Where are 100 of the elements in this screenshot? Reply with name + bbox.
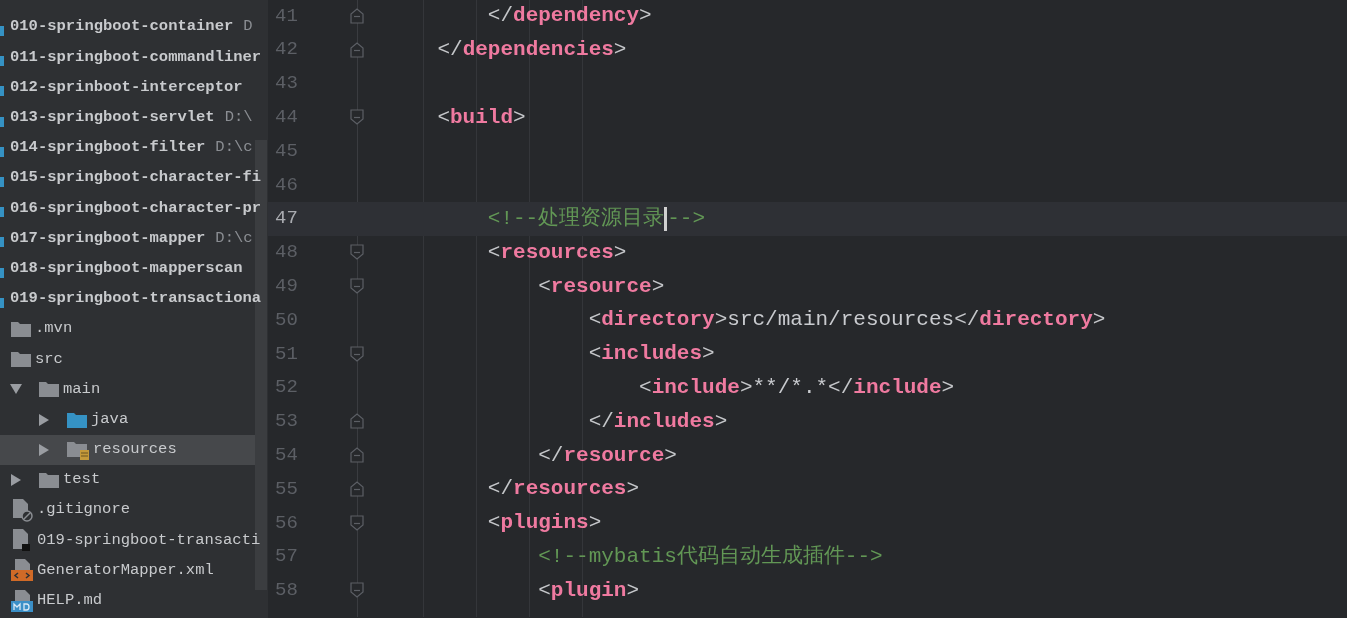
module-marker-icon bbox=[0, 26, 4, 36]
tag-name: include bbox=[651, 374, 740, 401]
project-path: D bbox=[243, 16, 253, 38]
project-path: D:\c bbox=[215, 137, 253, 159]
tag-name: plugin bbox=[550, 577, 627, 604]
tag-bracket: </ bbox=[954, 307, 980, 334]
project-path: D:\ bbox=[224, 107, 253, 129]
fold-marker-icon[interactable] bbox=[350, 41, 364, 58]
fold-marker-icon[interactable] bbox=[350, 7, 364, 24]
line-number: 57 bbox=[275, 544, 299, 570]
fold-marker-icon[interactable] bbox=[350, 345, 364, 362]
expand-arrow-icon bbox=[38, 443, 50, 456]
code-comment: <!--mybatis代码自动生成插件--> bbox=[537, 543, 883, 570]
tag-bracket: < bbox=[587, 341, 602, 368]
folder-name[interactable]: resources bbox=[93, 438, 177, 462]
fold-marker-icon[interactable] bbox=[350, 413, 364, 430]
selected-tree-row[interactable]: resources bbox=[0, 434, 255, 465]
line-number: 41 bbox=[275, 3, 299, 29]
folder-name[interactable]: main bbox=[63, 377, 101, 401]
file-name[interactable]: .gitignore bbox=[37, 498, 130, 522]
project-name[interactable]: 017-springboot-mapper bbox=[10, 226, 206, 251]
project-name[interactable]: 011-springboot-commandliner bbox=[10, 45, 262, 69]
code-comment: --> bbox=[667, 205, 706, 232]
tag-name: resources bbox=[513, 476, 627, 503]
project-name[interactable]: 014-springboot-filter bbox=[10, 136, 206, 160]
code-text: **/*.* bbox=[752, 374, 829, 401]
xml-file-icon bbox=[10, 558, 34, 583]
fold-marker-icon[interactable] bbox=[350, 481, 364, 498]
tag-bracket: > bbox=[626, 577, 640, 604]
tag-bracket: > bbox=[1092, 307, 1106, 334]
tag-bracket: > bbox=[513, 104, 526, 131]
tag-name: directory bbox=[979, 307, 1093, 334]
tag-bracket: > bbox=[626, 476, 640, 503]
text-caret bbox=[664, 206, 668, 231]
module-marker-icon bbox=[0, 267, 4, 278]
tag-bracket: > bbox=[613, 36, 627, 63]
file-name[interactable]: GeneratorMapper.xml bbox=[37, 558, 214, 583]
module-marker-icon bbox=[0, 237, 4, 248]
line-number: 56 bbox=[275, 510, 299, 536]
tag-name: resources bbox=[500, 239, 614, 266]
tag-bracket: </ bbox=[537, 442, 564, 469]
module-marker-icon bbox=[0, 86, 4, 97]
project-name[interactable]: 018-springboot-mapperscan bbox=[10, 256, 243, 281]
expand-arrow-icon bbox=[38, 413, 50, 426]
file-name[interactable]: 019-springboot-transacti bbox=[37, 528, 261, 552]
project-name[interactable]: 013-springboot-servlet bbox=[10, 106, 215, 130]
project-name[interactable]: 016-springboot-character-pr bbox=[10, 196, 262, 220]
tag-bracket: > bbox=[639, 3, 652, 30]
fold-marker-icon[interactable] bbox=[350, 278, 364, 295]
tag-name: plugins bbox=[500, 510, 589, 537]
tag-bracket: > bbox=[702, 341, 715, 368]
tag-bracket: > bbox=[714, 307, 728, 334]
collapse-arrow-icon bbox=[10, 383, 22, 396]
line-number: 52 bbox=[275, 375, 299, 401]
line-number: 55 bbox=[275, 476, 299, 502]
markdown-file-icon bbox=[10, 588, 34, 613]
fold-marker-icon[interactable] bbox=[350, 244, 364, 261]
tag-name: includes bbox=[601, 341, 703, 368]
folder-name[interactable]: src bbox=[35, 347, 63, 371]
tag-bracket: < bbox=[537, 577, 551, 604]
line-number: 53 bbox=[275, 409, 299, 435]
fold-marker-icon[interactable] bbox=[350, 447, 364, 464]
tag-bracket: </ bbox=[587, 408, 614, 435]
tag-bracket: > bbox=[739, 374, 753, 401]
fold-marker-icon[interactable] bbox=[350, 109, 364, 126]
line-number: 58 bbox=[275, 578, 299, 604]
line-number: 51 bbox=[275, 341, 299, 367]
line-number: 43 bbox=[275, 71, 299, 97]
tag-bracket: </ bbox=[486, 3, 514, 30]
tag-bracket: > bbox=[941, 374, 955, 401]
fold-marker-icon[interactable] bbox=[350, 514, 364, 531]
tag-bracket: < bbox=[486, 239, 501, 266]
folder-name[interactable]: .mvn bbox=[35, 317, 73, 341]
tag-bracket: < bbox=[587, 307, 602, 334]
tag-bracket: > bbox=[714, 408, 728, 435]
tag-bracket: </ bbox=[828, 374, 854, 401]
file-name[interactable]: HELP.md bbox=[37, 589, 103, 613]
line-number: 44 bbox=[275, 105, 299, 131]
line-number: 50 bbox=[275, 307, 299, 333]
folder-icon bbox=[10, 349, 32, 370]
code-comment: <!--处理资源目录 bbox=[486, 205, 665, 232]
project-name[interactable]: 012-sprinboot-interceptor bbox=[10, 75, 243, 100]
project-name[interactable]: 015-springboot-character-fi bbox=[10, 166, 262, 190]
module-marker-icon bbox=[0, 146, 4, 157]
folder-name[interactable]: java bbox=[91, 407, 129, 432]
tag-bracket: </ bbox=[436, 36, 463, 63]
tag-bracket: > bbox=[651, 273, 665, 300]
tag-bracket: > bbox=[664, 442, 677, 469]
project-name[interactable]: 010-springboot-container bbox=[10, 15, 234, 39]
folder-name[interactable]: test bbox=[63, 468, 101, 492]
module-marker-icon bbox=[0, 176, 4, 187]
code-text: src/main/resources bbox=[727, 307, 955, 334]
line-number: 48 bbox=[275, 240, 299, 266]
project-name[interactable]: 019-springboot-transactiona bbox=[10, 287, 262, 311]
tag-name: resource bbox=[563, 442, 665, 469]
module-marker-icon bbox=[0, 297, 4, 308]
tag-bracket: < bbox=[436, 104, 450, 131]
fold-marker-icon[interactable] bbox=[350, 582, 364, 599]
tag-name: dependency bbox=[513, 3, 640, 30]
tag-name: resource bbox=[550, 273, 652, 300]
